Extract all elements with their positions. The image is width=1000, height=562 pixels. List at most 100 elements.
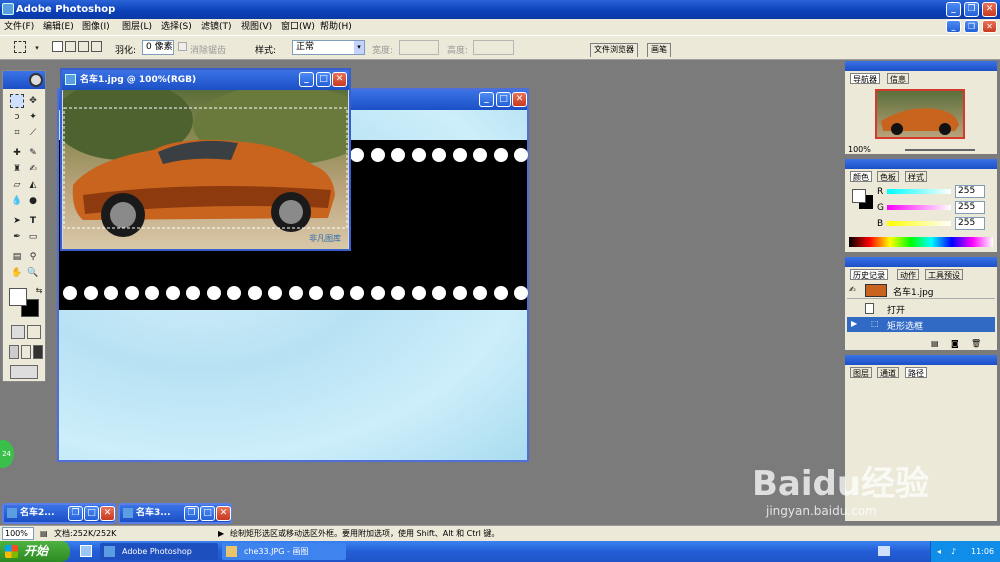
b-slider[interactable] [887,221,951,226]
start-button[interactable]: 开始 [0,541,70,562]
color-spectrum-bar[interactable] [849,237,993,247]
foreground-color-swatch[interactable] [9,288,27,306]
menu-view[interactable]: 视图(V) [241,19,272,35]
subtract-selection-icon[interactable] [78,41,89,52]
task-photoshop[interactable]: Adobe Photoshop [100,543,218,560]
history-item[interactable]: 打开 [847,301,995,316]
tab-actions[interactable]: 动作 [897,269,919,280]
minimized-doc-2[interactable]: 名车3... ❐ □ ✕ [118,503,232,524]
type-tool-icon[interactable]: T [26,214,40,228]
trash-icon[interactable]: 🗑 [971,339,981,348]
tab-file-browser[interactable]: 文件浏览器 [590,43,638,57]
restore-button[interactable]: ❐ [68,506,83,521]
standard-mode-icon[interactable] [11,325,25,339]
screen-mode-standard-icon[interactable] [9,345,19,359]
back-doc-maximize-button[interactable]: □ [496,92,511,107]
car-image[interactable]: 非凡图库 [63,90,348,249]
healing-brush-icon[interactable]: ✚ [10,146,24,160]
history-panel-titlebar[interactable] [845,257,997,267]
tab-tool-presets[interactable]: 工具预设 [925,269,963,280]
navigator-zoom-slider[interactable] [905,149,975,151]
navigator-panel-titlebar[interactable] [845,61,997,71]
shape-tool-icon[interactable]: ▭ [26,230,40,244]
tab-paths[interactable]: 路径 [905,367,927,378]
new-snapshot-icon[interactable]: ◙ [951,339,959,348]
pen-tool-icon[interactable]: ✒ [10,230,24,244]
magic-wand-tool-icon[interactable]: ✦ [26,110,40,124]
tab-styles[interactable]: 样式 [905,171,927,182]
path-select-icon[interactable]: ➤ [10,214,24,228]
show-desktop-icon[interactable] [80,545,92,557]
marquee-preset-icon[interactable] [14,41,26,53]
intersect-selection-icon[interactable] [91,41,102,52]
tray-app-icon[interactable] [878,546,890,556]
tab-brushes[interactable]: 画笔 [647,43,671,57]
eraser-tool-icon[interactable]: ▱ [10,178,24,192]
add-selection-icon[interactable] [65,41,76,52]
screen-mode-full-menu-icon[interactable] [21,345,31,359]
feather-input[interactable]: 0 像素 [142,40,174,55]
close-button[interactable]: ✕ [100,506,115,521]
g-input[interactable]: 255 [955,201,985,214]
menu-select[interactable]: 选择(S) [161,19,192,35]
zoom-tool-icon[interactable]: 🔍 [26,266,40,280]
restore-button[interactable]: ❐ [184,506,199,521]
minimized-doc-1[interactable]: 名车2... ❐ □ ✕ [2,503,116,524]
task-paint[interactable]: che33.JPG - 画图 [222,543,346,560]
back-doc-minimize-button[interactable]: _ [479,92,494,107]
doc-close-button[interactable]: ✕ [982,20,997,33]
menu-help[interactable]: 帮助(H) [320,19,352,35]
width-input[interactable] [399,40,439,55]
front-doc-minimize-button[interactable]: _ [299,72,314,87]
side-badge[interactable]: 24 [0,440,14,468]
menu-file[interactable]: 文件(F) [4,19,34,35]
doc-restore-button[interactable]: ❐ [964,20,979,33]
tab-layers[interactable]: 图层 [850,367,872,378]
navigator-thumbnail[interactable] [875,89,965,139]
style-dropdown-icon[interactable]: ▾ [354,41,364,54]
antialias-checkbox[interactable] [178,42,187,51]
tab-swatches[interactable]: 色板 [877,171,899,182]
menu-image[interactable]: 图像(I) [82,19,110,35]
color-fg-swatch[interactable] [852,189,866,203]
tab-navigator[interactable]: 导航器 [850,73,880,84]
maximize-button[interactable]: □ [200,506,215,521]
rect-marquee-tool-icon[interactable] [10,94,24,108]
dodge-tool-icon[interactable]: ● [26,194,40,208]
clock[interactable]: 11:06 [971,541,994,562]
document-window-front[interactable]: 名车1.jpg @ 100%(RGB) _ □ ✕ 非凡图库 [60,68,351,251]
g-slider[interactable] [887,205,951,210]
new-selection-icon[interactable] [52,41,63,52]
menu-window[interactable]: 窗口(W) [281,19,315,35]
close-button[interactable]: ✕ [216,506,231,521]
new-document-from-state-icon[interactable]: ▤ [931,339,939,348]
navigator-zoom[interactable]: 100% [848,145,871,154]
maximize-button[interactable]: □ [84,506,99,521]
close-button[interactable]: ✕ [982,2,997,17]
back-doc-close-button[interactable]: ✕ [512,92,527,107]
b-input[interactable]: 255 [955,217,985,230]
hand-tool-icon[interactable]: ✋ [10,266,24,280]
quickmask-mode-icon[interactable] [27,325,41,339]
history-brush-icon[interactable]: ✍ [26,162,40,176]
paint-bucket-icon[interactable]: ◭ [26,178,40,192]
r-slider[interactable] [887,189,951,194]
history-snapshot-row[interactable]: ✍ 名车1.jpg [847,283,995,299]
notes-tool-icon[interactable]: ▤ [10,250,24,264]
front-doc-maximize-button[interactable]: □ [316,72,331,87]
height-input[interactable] [473,40,514,55]
lasso-tool-icon[interactable]: ↄ [10,110,24,124]
chevron-down-icon[interactable]: ▾ [30,41,44,55]
layers-panel-titlebar[interactable] [845,355,997,365]
tab-channels[interactable]: 通道 [877,367,899,378]
minimize-button[interactable]: _ [946,2,961,17]
volume-icon[interactable]: ♪ [951,541,956,562]
jump-to-imageready-icon[interactable] [10,365,38,379]
r-input[interactable]: 255 [955,185,985,198]
tab-color[interactable]: 颜色 [850,171,872,182]
screen-mode-full-icon[interactable] [33,345,43,359]
restore-button[interactable]: ❐ [964,2,979,17]
menu-edit[interactable]: 编辑(E) [43,19,74,35]
front-doc-titlebar[interactable]: 名车1.jpg @ 100%(RGB) _ □ ✕ [62,70,349,90]
move-tool-icon[interactable]: ✥ [26,94,40,108]
